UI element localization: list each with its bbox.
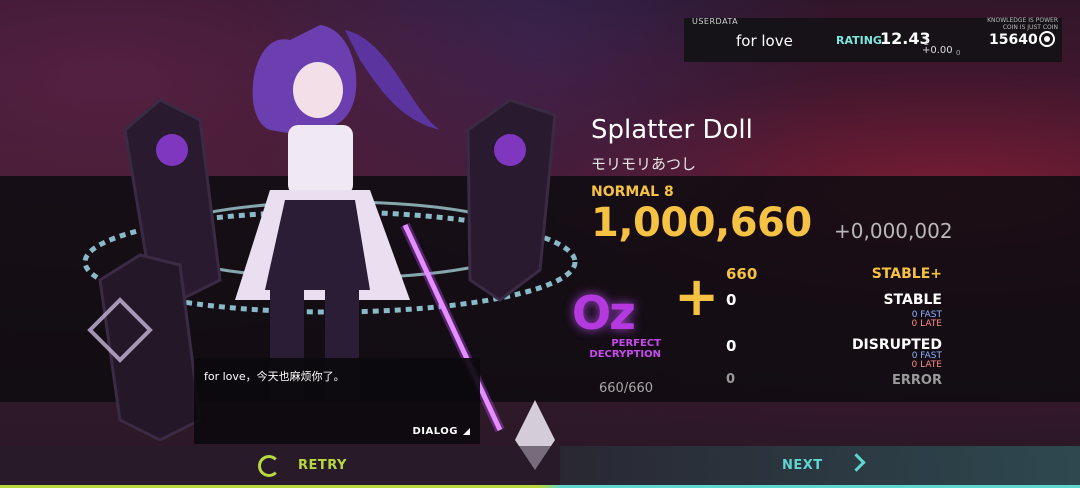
- song-title: Splatter Doll: [591, 115, 753, 145]
- perfect-label-line2: DECRYPTION: [589, 349, 661, 360]
- error-count: 0: [726, 372, 736, 387]
- rating-delta: +0.00: [922, 45, 953, 56]
- userdata-title: USERDATA: [692, 17, 739, 26]
- stable-late: 0 LATE: [911, 319, 942, 329]
- difficulty-label: NORMAL 8: [591, 184, 674, 200]
- perfect-label-line1: PERFECT: [611, 338, 661, 349]
- retry-button[interactable]: RETRY: [298, 458, 347, 473]
- stable-count: 0: [726, 291, 737, 309]
- score-value: 1,000,660: [591, 200, 812, 246]
- note-total: 660/660: [599, 381, 654, 396]
- rank-grade: Oz: [572, 286, 636, 340]
- stable-label: STABLE: [883, 292, 942, 308]
- coin-count: 15640: [989, 32, 1038, 48]
- userdata-note: KNOWLEDGE IS POWER COIN IS JUST COIN: [987, 17, 1058, 31]
- next-button[interactable]: NEXT: [782, 458, 823, 473]
- perfect-decryption-label: PERFECT DECRYPTION: [578, 338, 661, 360]
- rank-plus: +: [674, 265, 720, 328]
- song-artist: モリモリあつし: [591, 155, 697, 173]
- error-label: ERROR: [892, 373, 942, 388]
- score-difference: +0,000,002: [834, 219, 953, 243]
- rating-delta-sub: 0: [956, 49, 961, 57]
- dialog-box[interactable]: for love，今天也麻烦你了。 DIALOG: [194, 358, 480, 444]
- stable-plus-label: STABLE+: [871, 266, 942, 282]
- userdata-panel: USERDATA for love RATING 12.43 2 +0.00 0…: [684, 17, 1062, 62]
- stable-plus-count: 660: [726, 265, 758, 283]
- retry-icon[interactable]: [258, 455, 280, 477]
- coin-icon: [1039, 31, 1055, 47]
- player-name: for love: [736, 32, 793, 50]
- dialog-text: for love，今天也麻烦你了。: [204, 370, 345, 383]
- rating-label: RATING: [836, 34, 882, 47]
- dialog-button[interactable]: DIALOG: [413, 426, 459, 437]
- disrupted-late: 0 LATE: [911, 360, 942, 370]
- disrupted-count: 0: [726, 337, 737, 355]
- dialog-corner-icon: [463, 428, 470, 435]
